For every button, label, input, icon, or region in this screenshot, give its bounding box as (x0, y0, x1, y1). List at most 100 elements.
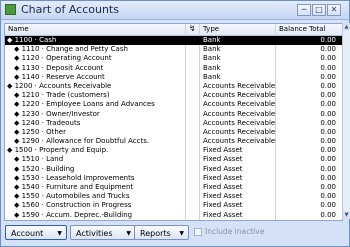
account-type: Accounts Receivable (203, 137, 276, 146)
account-type: Accounts Receivable (203, 109, 276, 118)
account-type: Fixed Asset (203, 192, 243, 201)
account-row[interactable]: ◆ 1100 · Cash Bank 0.00 (5, 36, 342, 46)
account-balance: 0.00 (320, 109, 336, 118)
account-row[interactable]: ◆ 1250 · Other Accounts Receivable 0.00 (5, 128, 342, 137)
include-inactive-label: Include inactive (205, 227, 265, 236)
account-type: Accounts Receivable (203, 127, 276, 136)
account-balance: 0.00 (320, 100, 336, 109)
account-row[interactable]: ◆ 1240 · Tradeouts Accounts Receivable 0.0… (5, 119, 342, 128)
account-row[interactable]: ◆ 1200 · Accounts Receivable Accounts Rec… (5, 82, 342, 91)
account-menu-button[interactable]: Account ▼ (5, 225, 67, 240)
maximize-button[interactable]: □ (312, 4, 326, 16)
account-row[interactable]: ◆ 1590 · Accum. Deprec.-Building Fixed As… (5, 211, 342, 220)
account-type: Fixed Asset (203, 210, 243, 219)
account-row[interactable]: ◆ 1510 · Land Fixed Asset 0.00 (5, 155, 342, 164)
account-type: Accounts Receivable (203, 118, 276, 127)
account-row[interactable]: ◆ 1230 · Owner/Investor Accounts Receivab… (5, 110, 342, 119)
account-type: Accounts Receivable (203, 91, 276, 100)
scroll-down-icon[interactable]: ▼ (343, 211, 350, 219)
column-header-type[interactable]: Type (203, 25, 219, 33)
account-row[interactable]: ◆ 1130 · Deposit Account Bank 0.00 (5, 64, 342, 73)
account-name: ◆ 1240 · Tradeouts (14, 118, 81, 127)
account-balance: 0.00 (320, 192, 336, 201)
account-name: ◆ 1290 · Allowance for Doubtful Accts. (14, 137, 150, 146)
account-name: ◆ 1220 · Employee Loans and Advances (14, 100, 155, 109)
lightning-icon[interactable]: ↯ (189, 24, 196, 33)
account-name: ◆ 1140 · Reserve Account (14, 72, 105, 81)
account-row[interactable]: ◆ 1140 · Reserve Account Bank 0.00 (5, 73, 342, 82)
title-bar[interactable]: Chart of Accounts ─ □ ✕ (1, 1, 349, 20)
account-name: ◆ 1510 · Land (14, 155, 64, 164)
account-type: Fixed Asset (203, 173, 243, 182)
dropdown-arrow-icon: ▼ (179, 230, 184, 237)
account-name: ◆ 1110 · Change and Petty Cash (14, 45, 128, 54)
account-row[interactable]: ◆ 1220 · Employee Loans and Advances Acco… (5, 100, 342, 109)
account-row[interactable]: ◆ 1520 · Building Fixed Asset 0.00 (5, 165, 342, 174)
account-type: Fixed Asset (203, 146, 243, 155)
account-balance: 0.00 (320, 155, 336, 164)
account-balance: 0.00 (320, 54, 336, 63)
account-type: Accounts Receivable (203, 100, 276, 109)
account-rows: ◆ 1100 · Cash Bank 0.00 ◆ 1110 · Change and… (5, 36, 342, 220)
account-name: ◆ 1520 · Building (14, 164, 75, 173)
window-title: Chart of Accounts (21, 3, 119, 16)
window-app-icon (5, 4, 16, 15)
bottom-toolbar: Account ▼ Activities ▼ Reports ▼ Include… (1, 222, 349, 246)
account-balance: 0.00 (320, 72, 336, 81)
account-name: ◆ 1210 · Trade (customers) (14, 91, 110, 100)
accounts-list[interactable]: Name ↯ Type Balance Total ◆ 1100 · Cash B… (4, 23, 343, 221)
account-row[interactable]: ◆ 1210 · Trade (customers) Accounts Recei… (5, 91, 342, 100)
account-row[interactable]: ◆ 1530 · Leasehold Improvements Fixed Ass… (5, 174, 342, 183)
account-balance: 0.00 (320, 146, 336, 155)
minimize-button[interactable]: ─ (297, 4, 311, 16)
account-balance: 0.00 (320, 45, 336, 54)
account-name: ◆ 1250 · Other (14, 127, 66, 136)
vertical-scrollbar[interactable]: ▲ ▼ (342, 23, 350, 219)
account-balance: 0.00 (320, 36, 336, 44)
account-balance: 0.00 (320, 91, 336, 100)
activities-button-label: Activities (76, 229, 113, 238)
account-name: ◆ 1120 · Operating Account (14, 54, 112, 63)
account-name: ◆ 1200 · Accounts Receivable (7, 81, 112, 90)
chart-of-accounts-window: Chart of Accounts ─ □ ✕ Name ↯ Type Bala… (0, 0, 350, 247)
account-type: Bank (203, 36, 221, 44)
column-header-name[interactable]: Name (8, 25, 29, 33)
account-row[interactable]: ◆ 1560 · Construction in Progress Fixed A… (5, 201, 342, 210)
account-balance: 0.00 (320, 201, 336, 210)
close-button[interactable]: ✕ (327, 4, 341, 16)
account-balance: 0.00 (320, 210, 336, 219)
list-header: Name ↯ Type Balance Total (5, 24, 342, 36)
account-name: ◆ 1130 · Deposit Account (14, 63, 104, 72)
account-row[interactable]: ◆ 1120 · Operating Account Bank 0.00 (5, 54, 342, 63)
activities-menu-button[interactable]: Activities ▼ (70, 225, 136, 240)
account-name: ◆ 1230 · Owner/Investor (14, 109, 100, 118)
include-inactive-checkbox[interactable] (194, 228, 202, 236)
account-balance: 0.00 (320, 118, 336, 127)
column-header-balance[interactable]: Balance Total (279, 25, 326, 33)
account-balance: 0.00 (320, 127, 336, 136)
account-row[interactable]: ◆ 1110 · Change and Petty Cash Bank 0.00 (5, 45, 342, 54)
account-balance: 0.00 (320, 183, 336, 191)
account-name: ◆ 1590 · Accum. Deprec.-Building (14, 210, 133, 219)
account-name: ◆ 1530 · Leasehold Improvements (14, 173, 135, 182)
dropdown-arrow-icon: ▼ (57, 230, 62, 237)
account-balance: 0.00 (320, 137, 336, 146)
account-name: ◆ 1560 · Construction in Progress (14, 201, 132, 210)
account-row[interactable]: ◆ 1550 · Automobiles and Trucks Fixed Ass… (5, 192, 342, 201)
dropdown-arrow-icon: ▼ (126, 230, 131, 237)
account-name: ◆ 1100 · Cash (7, 36, 57, 44)
account-type: Fixed Asset (203, 183, 243, 191)
account-type: Bank (203, 72, 221, 81)
account-type: Accounts Receivable (203, 81, 276, 90)
account-row[interactable]: ◆ 1540 · Furniture and Equipment Fixed As… (5, 183, 342, 192)
account-name: ◆ 1500 · Property and Equip. (7, 146, 109, 155)
account-type: Fixed Asset (203, 155, 243, 164)
account-type: Fixed Asset (203, 201, 243, 210)
reports-button-label: Reports (140, 229, 171, 238)
account-balance: 0.00 (320, 164, 336, 173)
account-button-label: Account (11, 229, 44, 238)
account-row[interactable]: ◆ 1500 · Property and Equip. Fixed Asset 0… (5, 146, 342, 155)
account-row[interactable]: ◆ 1290 · Allowance for Doubtful Accts. Ac… (5, 137, 342, 146)
reports-menu-button[interactable]: Reports ▼ (134, 225, 189, 240)
scroll-up-icon[interactable]: ▲ (343, 23, 350, 31)
